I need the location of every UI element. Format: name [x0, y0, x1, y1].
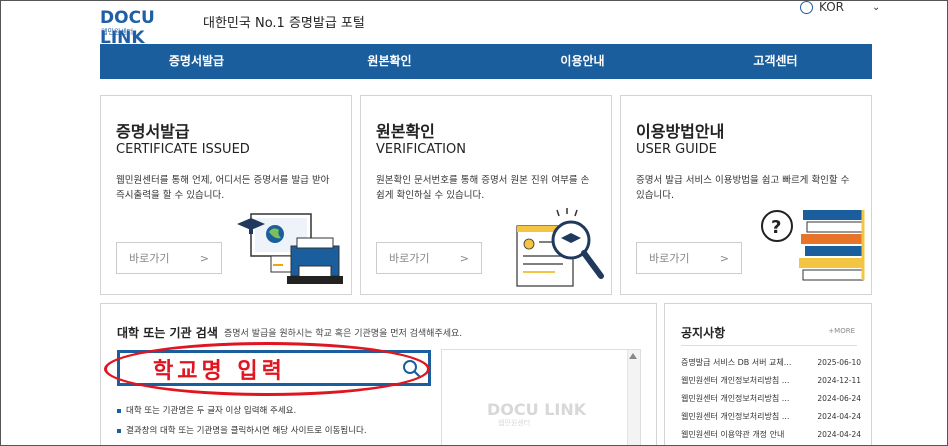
notice-item-date: 2025-06-10: [817, 358, 861, 367]
go-button-label: 바로가기: [649, 252, 690, 265]
go-button-label: 바로가기: [129, 252, 170, 265]
card-title-en: USER GUIDE: [636, 142, 717, 157]
language-selector[interactable]: KOR ⌄: [800, 0, 880, 14]
chevron-right-icon: >: [199, 251, 209, 265]
notice-item[interactable]: 증명발급 서비스 DB 서버 교체... 2025-06-10: [681, 354, 861, 372]
notice-item-title: 웹민원센터 개인정보처리방침 ...: [681, 394, 790, 403]
chevron-right-icon: >: [459, 251, 469, 265]
main-nav: 증명서발급 원본확인 이용안내 고객센터: [100, 44, 872, 79]
nav-item-usage-guide[interactable]: 이용안내: [486, 44, 679, 79]
certificate-magnifier-icon: [516, 208, 604, 287]
nav-item-customer-center[interactable]: 고객센터: [679, 44, 872, 79]
notice-panel: 공지사항 +MORE 증명발급 서비스 DB 서버 교체... 2025-06-…: [664, 303, 872, 446]
notice-item-date: 2024-12-11: [817, 376, 861, 385]
card-title-en: CERTIFICATE ISSUED: [116, 142, 250, 157]
notice-item[interactable]: 웹민원센터 개인정보처리방침 ... 2024-06-24: [681, 390, 861, 408]
books-question-icon: ?: [761, 210, 865, 281]
card-description: 원본확인 문서번호를 통해 증명서 원본 진위 여부를 손쉽게 확인하실 수 있…: [376, 175, 590, 201]
search-results-panel[interactable]: DOCU LINK 웹민원센터: [441, 349, 641, 446]
language-code: KOR: [819, 0, 844, 14]
search-icon[interactable]: [402, 359, 422, 379]
chevron-right-icon: >: [719, 251, 729, 265]
go-button[interactable]: 바로가기 >: [116, 242, 222, 274]
card-description: 증명서 발급 서비스 이용방법을 쉽고 빠르게 확인할 수 있습니다.: [636, 175, 850, 201]
card-title-ko: 이용방법안내: [636, 122, 725, 141]
scrollbar[interactable]: [627, 350, 640, 446]
notice-list: 증명발급 서비스 DB 서버 교체... 2025-06-10 웹민원센터 개인…: [681, 354, 861, 444]
card-title-ko: 증명서발급: [116, 122, 190, 141]
notice-item-title: 웹민원센터 이용약관 개정 안내: [681, 430, 785, 439]
notice-item-date: 2024-06-24: [817, 394, 861, 403]
notice-item[interactable]: 웹민원센터 이용약관 개정 안내 2024-04-24: [681, 426, 861, 444]
bullet-icon: [117, 429, 121, 433]
computer-printer-icon: [237, 213, 343, 284]
card-title-ko: 원본확인: [376, 122, 435, 141]
go-button[interactable]: 바로가기 >: [376, 242, 482, 274]
card-verification: 원본확인 VERIFICATION 원본확인 문서번호를 통해 증명서 원본 진…: [360, 95, 612, 295]
bullet-icon: [117, 409, 121, 413]
search-title: 대학 또는 기관 검색: [117, 326, 218, 340]
institution-search-input[interactable]: [120, 353, 400, 383]
notice-item-title: 증명발급 서비스 DB 서버 교체...: [681, 358, 792, 367]
card-title-en: VERIFICATION: [376, 142, 466, 157]
scroll-up-arrow-icon[interactable]: [629, 353, 637, 359]
search-instructions: 대학 또는 기관명은 두 글자 이상 입력해 주세요. 결과창의 대학 또는 기…: [117, 401, 367, 441]
instruction-item: 결과창의 대학 또는 기관명을 클릭하시면 해당 사이트로 이동됩니다.: [117, 421, 367, 441]
notice-item-date: 2024-04-24: [817, 412, 861, 421]
notice-title: 공지사항: [681, 326, 726, 340]
site-tagline: 대한민국 No.1 증명발급 포털: [203, 16, 365, 31]
go-button[interactable]: 바로가기 >: [636, 242, 742, 274]
nav-item-certificate-issue[interactable]: 증명서발급: [100, 44, 293, 79]
card-certificate-issue: 증명서발급 CERTIFICATE ISSUED 웹민원센터를 통해 언제, 어…: [100, 95, 352, 295]
go-button-label: 바로가기: [389, 252, 430, 265]
chevron-down-icon: ⌄: [872, 1, 881, 13]
nav-item-verification[interactable]: 원본확인: [293, 44, 486, 79]
svg-text:?: ?: [771, 217, 781, 238]
divider: [681, 345, 857, 346]
card-user-guide: 이용방법안내 USER GUIDE 증명서 발급 서비스 이용방법을 쉽고 빠르…: [620, 95, 872, 295]
search-hint: 증명서 발급을 원하시는 학교 혹은 기관명을 먼저 검색해주세요.: [224, 329, 463, 339]
notice-item-date: 2024-04-24: [817, 430, 861, 439]
instruction-item: 대학 또는 기관명은 두 글자 이상 입력해 주세요.: [117, 401, 367, 421]
notice-item-title: 웹민원센터 개인정보처리방침 ...: [681, 376, 790, 385]
notice-item-title: 웹민원센터 개인정보처리방침 ...: [681, 412, 790, 421]
institution-search-panel: 대학 또는 기관 검색 증명서 발급을 원하시는 학교 혹은 기관명을 먼저 검…: [100, 303, 657, 446]
watermark-subtitle: 웹민원센터: [498, 419, 531, 427]
watermark-logo: DOCU LINK: [487, 400, 587, 419]
institution-search-field[interactable]: [117, 350, 431, 386]
docu-link-logo[interactable]: DOCU LINK 웹민원센터: [100, 8, 196, 48]
globe-icon: [800, 0, 813, 14]
notice-more-link[interactable]: +MORE: [828, 327, 855, 335]
card-description: 웹민원센터를 통해 언제, 어디서든 증명서를 발급 받아 즉시출력을 할 수 …: [116, 175, 330, 201]
notice-item[interactable]: 웹민원센터 개인정보처리방침 ... 2024-12-11: [681, 372, 861, 390]
logo-subtitle: 웹민원센터: [101, 28, 134, 36]
notice-item[interactable]: 웹민원센터 개인정보처리방침 ... 2024-04-24: [681, 408, 861, 426]
